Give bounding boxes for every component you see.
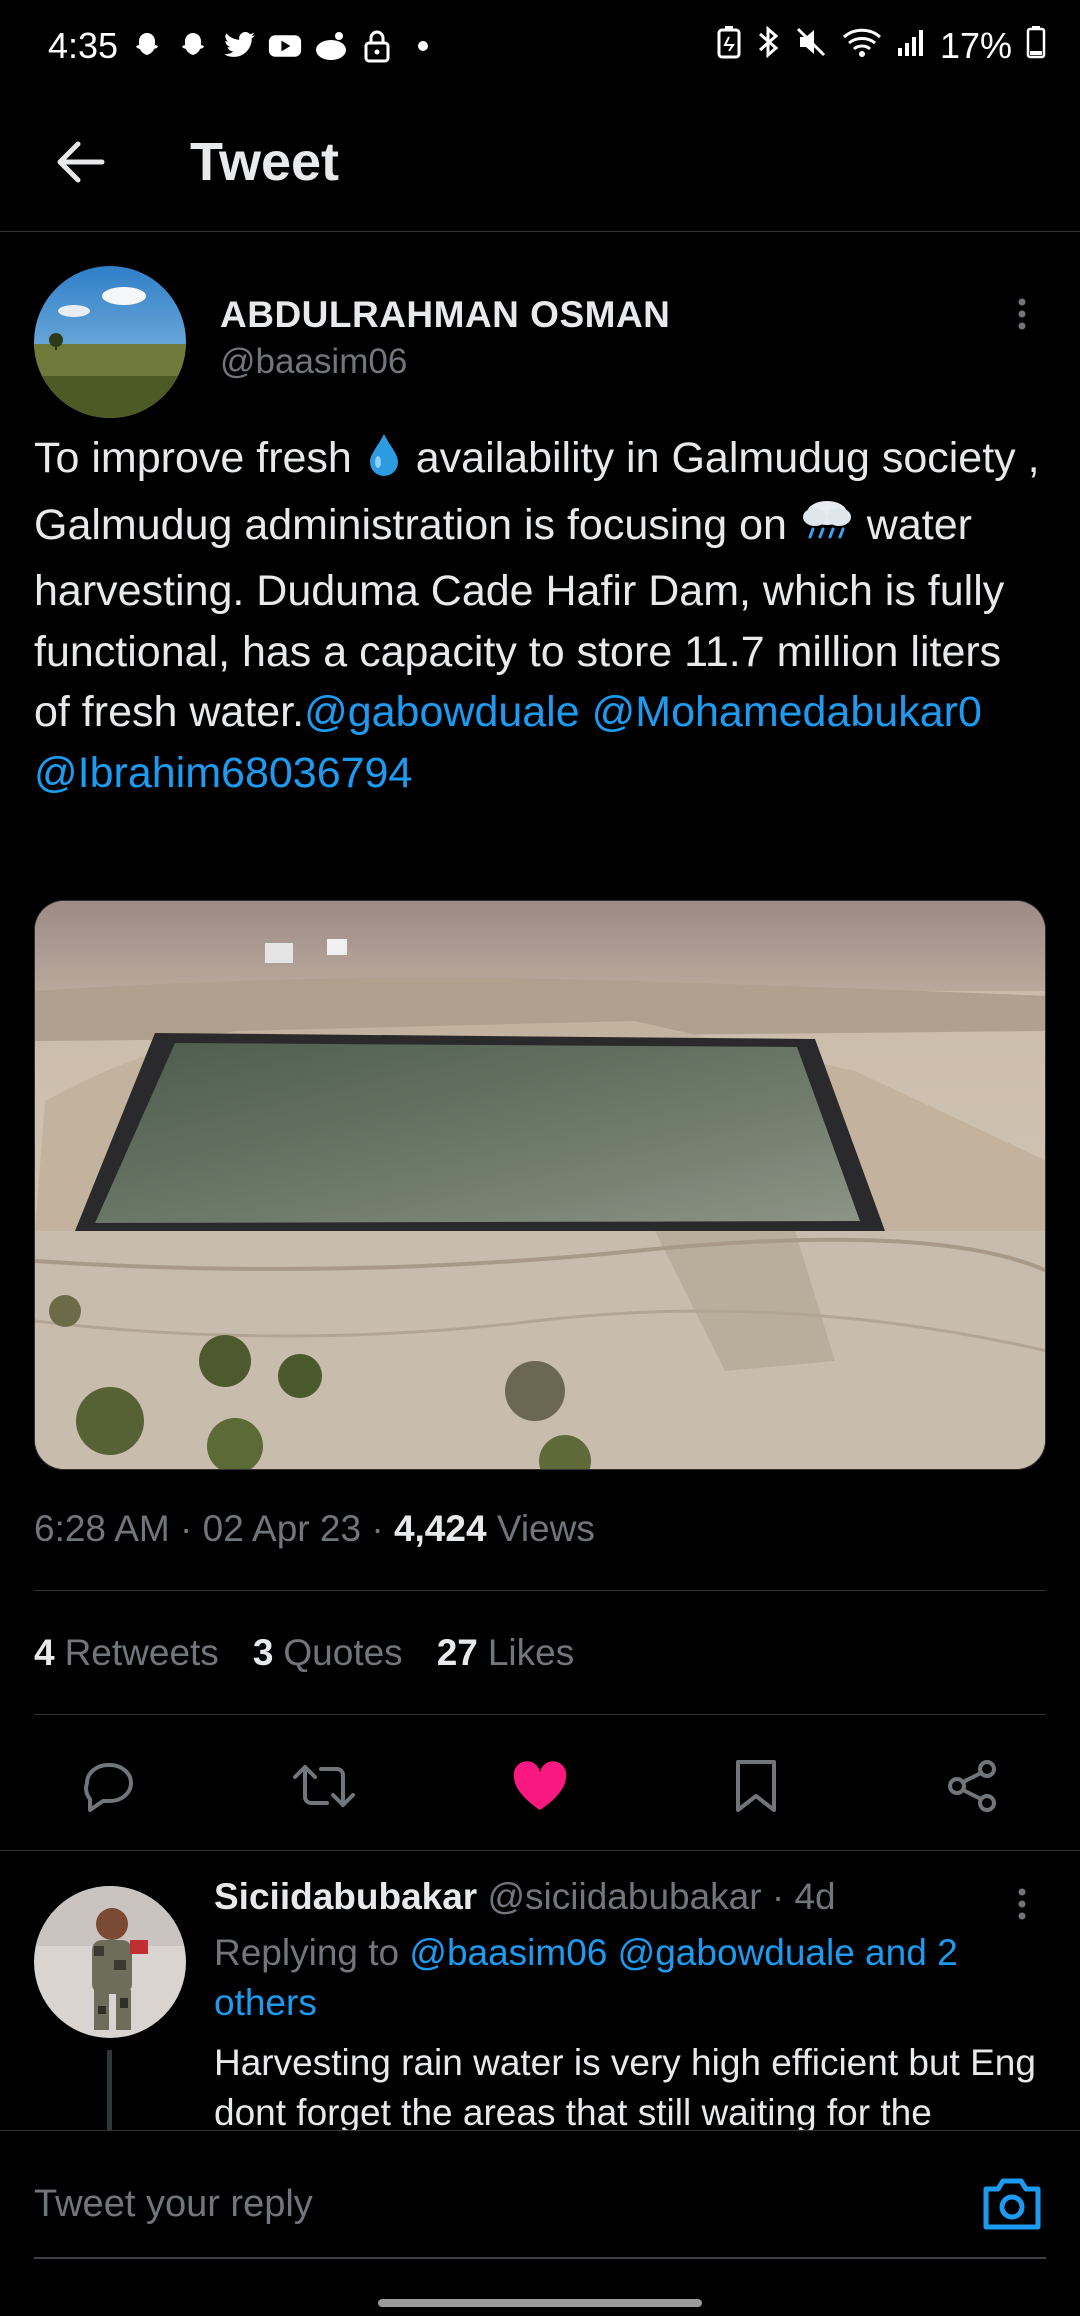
divider (34, 1714, 1046, 1715)
mention-link[interactable]: @Mohamedabukar0 (592, 688, 982, 736)
tweet-action-bar (0, 1740, 1080, 1830)
retweets-label: Retweets (64, 1632, 219, 1673)
replying-to: Replying to @baasim06 @gabowduale and 2 … (214, 1928, 1034, 2028)
divider (0, 1850, 1080, 1851)
more-icon (1018, 298, 1026, 330)
reply-author-name[interactable]: Siciidabubakar (214, 1876, 477, 1917)
wifi-icon (842, 25, 882, 67)
replying-label: Replying to (214, 1932, 400, 1973)
droplet-emoji-icon (364, 432, 404, 495)
battery-icon (1026, 25, 1046, 68)
views-label: Views (496, 1508, 595, 1549)
snapchat-icon (130, 29, 164, 63)
mute-icon (794, 25, 828, 68)
retweet-icon (293, 1765, 355, 1807)
snapchat-icon (176, 29, 210, 63)
tweet-text: To improve fresh availability in Galmudu… (34, 428, 1046, 803)
likes-label: Likes (487, 1632, 575, 1673)
signal-icon (896, 25, 926, 67)
quotes-label: Quotes (283, 1632, 403, 1673)
bookmark-icon (736, 1760, 776, 1812)
reply-icon (84, 1763, 133, 1812)
author-avatar[interactable] (34, 266, 186, 418)
composer-underline (34, 2257, 1046, 2259)
camera-icon (983, 2178, 1041, 2230)
tweet-media-image[interactable] (34, 900, 1046, 1470)
lock-icon (360, 29, 394, 63)
tweet-stats: 4 Retweets 3 Quotes 27 Likes (34, 1632, 574, 1674)
like-button[interactable] (508, 1754, 572, 1818)
tweet-author: ABDULRAHMAN OSMAN @baasim06 (34, 266, 1046, 418)
bookmark-button[interactable] (724, 1754, 788, 1818)
likes-stat[interactable]: 27 Likes (437, 1632, 575, 1674)
reply-text: Harvesting rain water is very high effic… (214, 2042, 1036, 2133)
tweet-date: 02 Apr 23 (202, 1508, 362, 1549)
twitter-bird-icon (222, 29, 256, 63)
status-time: 4:35 (48, 25, 119, 66)
top-app-bar: Tweet (0, 92, 1080, 232)
camera-button[interactable] (980, 2173, 1044, 2237)
rain-cloud-emoji-icon (799, 497, 855, 562)
tweet-more-button[interactable] (1012, 296, 1032, 336)
thread-line (107, 2050, 112, 2130)
reply-input[interactable]: Tweet your reply (34, 2183, 313, 2226)
views-count: 4,424 (393, 1508, 487, 1549)
author-handle[interactable]: @baasim06 (220, 342, 407, 382)
quotes-stat[interactable]: 3 Quotes (253, 1632, 403, 1674)
status-left: 4:35 (48, 25, 440, 67)
back-arrow-icon (57, 141, 105, 182)
back-button[interactable] (50, 132, 110, 192)
retweets-count: 4 (34, 1632, 55, 1673)
share-button[interactable] (940, 1754, 1004, 1818)
home-indicator[interactable] (378, 2299, 702, 2307)
reply-avatar[interactable] (34, 1886, 186, 2038)
status-bar: 4:35 17% (0, 0, 1080, 92)
reply-header: Siciidabubakar @siciidabubakar · 4d (214, 1876, 836, 1917)
reply-author-handle[interactable]: @siciidabubakar (488, 1876, 762, 1917)
reply-more-button[interactable] (1012, 1886, 1032, 1926)
status-right: 17% (716, 25, 1046, 68)
battery-saver-icon (716, 25, 742, 68)
retweets-stat[interactable]: 4 Retweets (34, 1632, 219, 1674)
author-name[interactable]: ABDULRAHMAN OSMAN (220, 294, 670, 336)
tweet-text-part1: To improve fresh (34, 434, 364, 482)
mention-link[interactable]: @gabowduale (304, 688, 580, 736)
battery-percent: 17% (939, 25, 1012, 66)
youtube-icon (268, 29, 302, 63)
heart-icon (513, 1761, 567, 1810)
reply-composer: Tweet your reply (0, 2130, 1080, 2316)
retweet-button[interactable] (292, 1754, 356, 1818)
app-icon (314, 29, 348, 63)
reply-button[interactable] (76, 1754, 140, 1818)
bluetooth-icon (756, 25, 780, 68)
quotes-count: 3 (252, 1632, 274, 1673)
page-title: Tweet (190, 131, 340, 192)
tweet-time: 6:28 AM (34, 1508, 170, 1549)
divider (34, 1590, 1046, 1591)
more-icon (1018, 1888, 1026, 1920)
likes-count: 27 (436, 1632, 478, 1673)
notification-dot-icon (406, 29, 440, 63)
mention-link[interactable]: @Ibrahim68036794 (34, 749, 412, 797)
reply-age: 4d (794, 1876, 836, 1917)
tweet-timestamp: 6:28 AM · 02 Apr 23 · 4,424 Views (34, 1508, 595, 1549)
share-icon (948, 1760, 996, 1812)
